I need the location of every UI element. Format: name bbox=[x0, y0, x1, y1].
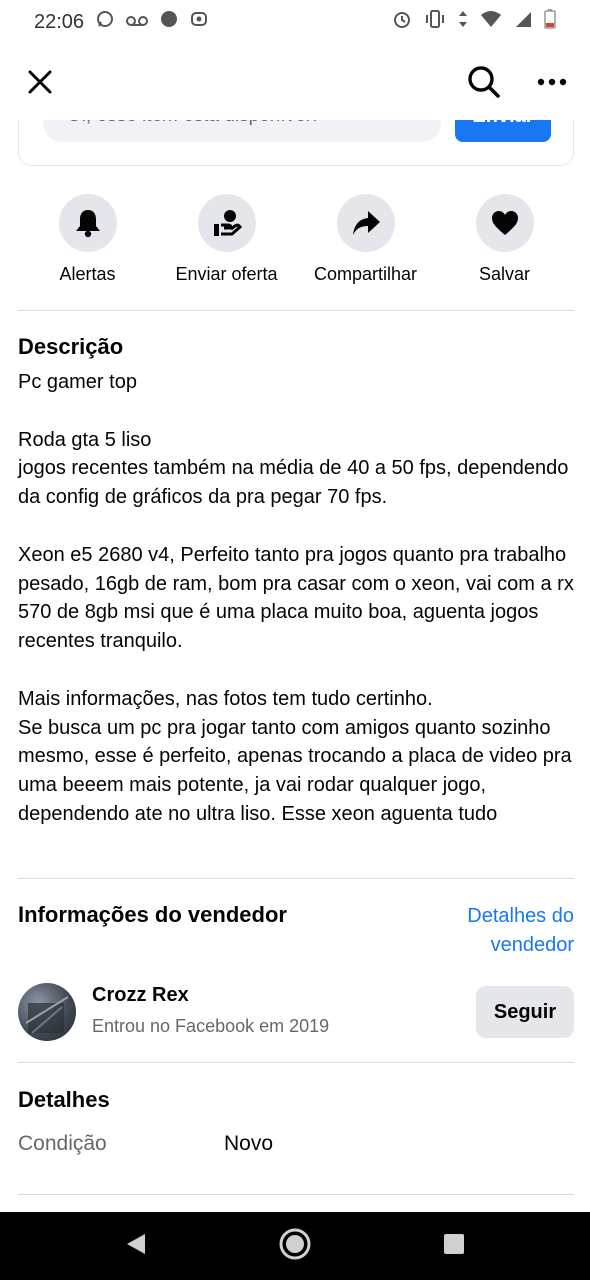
share-icon bbox=[336, 194, 395, 252]
divider bbox=[18, 1194, 574, 1195]
description-text: Pc gamer top Roda gta 5 liso jogos recen… bbox=[18, 371, 574, 825]
save-label: Salvar bbox=[478, 264, 531, 284]
divider bbox=[18, 878, 574, 879]
alerts-action[interactable]: Alertas bbox=[18, 194, 157, 294]
android-icon bbox=[160, 10, 178, 34]
system-nav-bar bbox=[0, 1212, 590, 1280]
data-arrows-icon bbox=[458, 9, 468, 35]
share-label: Compartilhar bbox=[313, 264, 418, 284]
seller-section-title: Informações do vendedor bbox=[18, 902, 287, 927]
alarm-icon bbox=[392, 9, 412, 35]
wifi-icon bbox=[480, 10, 502, 34]
status-bar: 22:06 bbox=[0, 0, 590, 44]
record-icon bbox=[190, 10, 208, 34]
follow-button[interactable]: Seguir bbox=[476, 986, 574, 1038]
save-action[interactable]: Salvar bbox=[435, 194, 574, 294]
status-right bbox=[392, 9, 556, 35]
avatar[interactable] bbox=[18, 983, 76, 1041]
condition-label: Condição bbox=[18, 1132, 107, 1155]
divider bbox=[18, 310, 574, 311]
share-action[interactable]: Compartilhar bbox=[296, 194, 435, 294]
status-time: 22:06 bbox=[34, 10, 85, 33]
search-icon[interactable] bbox=[464, 62, 504, 102]
signal-icon bbox=[514, 10, 532, 34]
details-title: Detalhes bbox=[18, 1087, 110, 1112]
top-actions bbox=[464, 62, 572, 102]
close-icon[interactable] bbox=[20, 62, 60, 102]
vibrate-icon bbox=[424, 9, 446, 35]
condition-value: Novo bbox=[224, 1132, 274, 1155]
seller-name[interactable]: Crozz Rex bbox=[92, 984, 189, 1007]
description-title: Descrição bbox=[18, 334, 124, 359]
home-icon[interactable] bbox=[278, 1227, 312, 1266]
send-offer-action[interactable]: Enviar oferta bbox=[157, 194, 296, 294]
heart-icon bbox=[475, 194, 534, 252]
send-offer-label: Enviar oferta bbox=[175, 264, 278, 284]
bell-icon bbox=[58, 194, 117, 252]
whatsapp-icon bbox=[96, 10, 114, 34]
seller-details-link[interactable]: Detalhes do vendedor bbox=[434, 902, 574, 960]
status-left: 22:06 bbox=[34, 10, 208, 34]
more-icon[interactable] bbox=[532, 62, 572, 102]
alerts-label: Alertas bbox=[59, 264, 116, 284]
top-bar bbox=[0, 44, 590, 120]
battery-icon bbox=[544, 9, 556, 35]
action-row: Alertas Enviar oferta Compartilhar Salva… bbox=[18, 194, 574, 294]
offer-icon bbox=[197, 194, 256, 252]
back-icon[interactable] bbox=[125, 1232, 147, 1261]
divider bbox=[18, 1062, 574, 1063]
seller-joined: Entrou no Facebook em 2019 bbox=[92, 1016, 330, 1036]
voicemail-icon bbox=[126, 11, 149, 34]
recents-icon[interactable] bbox=[443, 1233, 465, 1260]
